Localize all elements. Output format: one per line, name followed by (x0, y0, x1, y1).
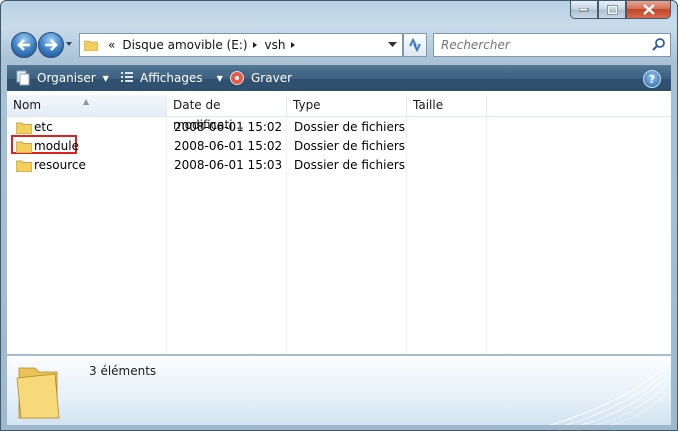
minimize-icon (579, 7, 589, 11)
search-box[interactable] (433, 33, 671, 57)
views-menu[interactable]: Affichages ▼ (119, 70, 223, 86)
folder-icon (84, 40, 98, 51)
file-list[interactable]: Nom ▲ Date de modificati... Type Taille … (7, 91, 671, 354)
chevron-right-icon[interactable] (248, 40, 262, 50)
minimize-button[interactable] (570, 1, 598, 19)
chevron-right-icon[interactable] (286, 40, 300, 50)
file-row-module[interactable]: module 2008-06-01 15:02 Dossier de fichi… (7, 135, 671, 156)
help-button[interactable]: ? (643, 70, 661, 88)
views-label: Affichages (140, 71, 203, 85)
column-header-size-label: Taille (413, 98, 444, 112)
breadcrumb-overflow[interactable]: « (108, 38, 115, 52)
folder-icon (16, 141, 32, 153)
breadcrumb-item-drive[interactable]: Disque amovible (E:) (122, 38, 247, 52)
file-name: resource (34, 158, 86, 172)
column-header-date[interactable]: Date de modificati... (167, 95, 287, 132)
decorative-swirl (550, 368, 670, 425)
chevron-down-icon[interactable] (388, 41, 397, 48)
column-header-type-label: Type (293, 98, 321, 112)
organize-icon (16, 70, 30, 86)
maximize-button[interactable] (598, 1, 626, 19)
explorer-window: « Disque amovible (E:) vsh Organiser ▼ A… (0, 0, 678, 431)
forward-arrow-icon (45, 39, 58, 51)
address-bar[interactable]: « Disque amovible (E:) vsh (79, 33, 403, 57)
column-header-name-label: Nom (13, 98, 42, 112)
file-type: Dossier de fichiers (294, 139, 406, 153)
column-headers: Nom ▲ Date de modificati... Type Taille (7, 95, 671, 132)
burn-label: Graver (251, 71, 293, 85)
search-input[interactable] (439, 37, 643, 53)
close-icon (642, 4, 655, 15)
folder-icon (16, 160, 32, 172)
column-header-name[interactable]: Nom ▲ (7, 95, 167, 116)
views-icon (121, 72, 133, 82)
file-type: Dossier de fichiers (294, 158, 406, 172)
caption-buttons (570, 1, 671, 19)
folder-icon (16, 122, 32, 134)
file-row-etc[interactable]: etc 2008-06-01 15:02 Dossier de fichiers (7, 118, 671, 137)
forward-button[interactable] (38, 32, 64, 58)
maximize-icon (606, 4, 618, 15)
file-date: 2008-06-01 15:02 (174, 120, 283, 134)
file-name: module (34, 139, 79, 153)
caret-down-icon: ▼ (102, 73, 109, 83)
file-type: Dossier de fichiers (294, 120, 406, 134)
file-date: 2008-06-01 15:02 (174, 139, 283, 153)
item-count: 3 éléments (89, 364, 157, 378)
search-icon[interactable] (652, 37, 666, 51)
back-button[interactable] (11, 32, 37, 58)
navigation-bar: « Disque amovible (E:) vsh (1, 27, 677, 61)
organize-menu[interactable]: Organiser ▼ (15, 70, 109, 86)
refresh-button[interactable] (403, 33, 427, 57)
column-header-size[interactable]: Taille (407, 95, 487, 116)
back-arrow-icon (17, 39, 30, 51)
burn-button[interactable]: Graver (229, 70, 292, 86)
close-button[interactable] (626, 1, 671, 19)
burn-disc-icon (230, 71, 244, 85)
refresh-icon (409, 37, 421, 53)
command-bar: Organiser ▼ Affichages ▼ Graver ? (7, 65, 671, 92)
file-date: 2008-06-01 15:03 (174, 158, 283, 172)
file-row-resource[interactable]: resource 2008-06-01 15:03 Dossier de fic… (7, 156, 671, 175)
caret-down-icon: ▼ (216, 73, 223, 83)
sort-ascending-icon: ▲ (83, 97, 90, 106)
recent-pages-dropdown[interactable] (65, 39, 73, 49)
details-pane: 3 éléments (7, 355, 671, 425)
breadcrumb-item-folder[interactable]: vsh (265, 38, 286, 52)
large-folder-icon (16, 367, 60, 419)
organize-label: Organiser (37, 71, 96, 85)
column-header-type[interactable]: Type (287, 95, 407, 116)
